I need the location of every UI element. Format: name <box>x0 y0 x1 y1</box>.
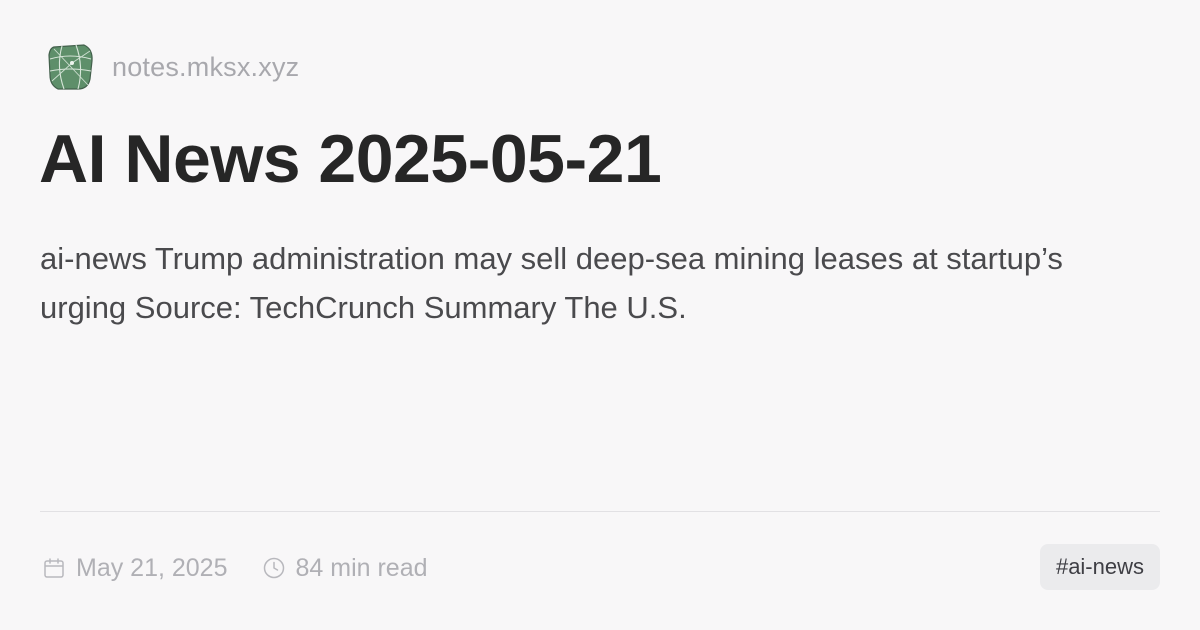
divider <box>40 511 1160 512</box>
globe-map-icon <box>48 44 93 90</box>
post-summary: ai-news Trump administration may sell de… <box>40 241 1063 325</box>
clock-icon <box>263 557 284 579</box>
read-time: 84 min read <box>262 554 428 583</box>
calendar-icon <box>44 558 64 578</box>
site-name[interactable]: notes.mksx.xyz <box>112 53 299 81</box>
post-date-text: May 21, 2025 <box>76 553 228 582</box>
post-date: May 21, 2025 <box>42 554 228 583</box>
og-card: notes.mksx.xyz AI News 2025-05-21 ai-new… <box>0 0 1200 630</box>
read-time-text: 84 min read <box>295 553 428 582</box>
post-meta: May 21, 2025 84 min read <box>42 548 428 588</box>
tag-ai-news[interactable]: #ai-news <box>1039 544 1160 590</box>
site-header: notes.mksx.xyz <box>44 40 299 94</box>
page-title: AI News 2025-05-21 <box>39 121 662 197</box>
